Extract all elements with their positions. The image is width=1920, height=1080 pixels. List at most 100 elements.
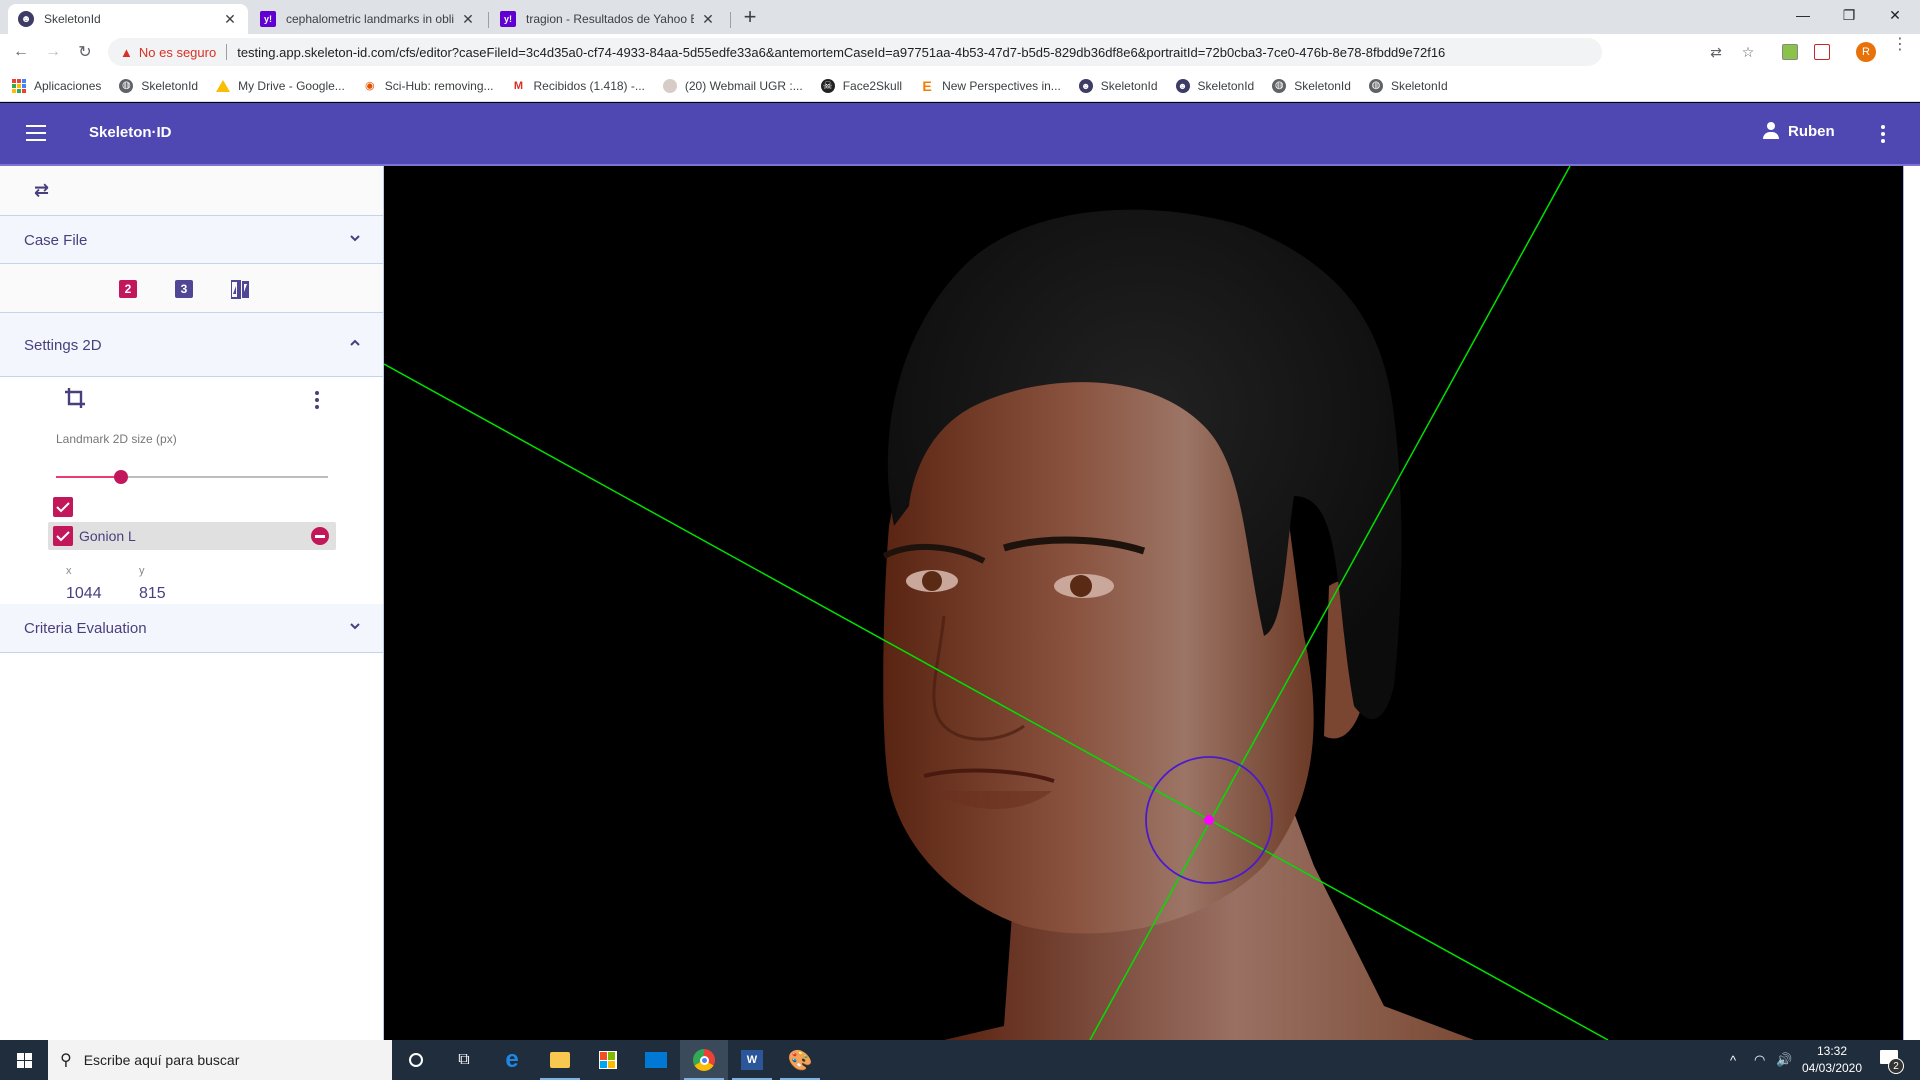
skeletonid-icon: ☻ (1078, 78, 1093, 93)
search-icon: ⚲ (60, 1052, 72, 1069)
bookmark-item[interactable]: ☠ Face2Skull (820, 78, 903, 93)
word-icon[interactable]: W (728, 1040, 776, 1080)
chrome-taskbar-icon[interactable] (680, 1040, 728, 1080)
cortana-icon[interactable] (392, 1040, 440, 1080)
bookmark-item[interactable]: ☻ SkeletonId (1175, 78, 1254, 93)
y-coordinate-input[interactable] (139, 583, 208, 605)
microsoft-store-icon[interactable] (584, 1040, 632, 1080)
taskbar-search[interactable]: ⚲ Escribe aquí para buscar (48, 1040, 392, 1080)
forward-arrow-icon[interactable]: → (42, 41, 64, 63)
system-clock[interactable]: 13:32 04/03/2020 (1796, 1043, 1868, 1077)
reload-icon[interactable]: ↻ (74, 41, 96, 63)
settings-2d-panel-header[interactable]: Settings 2D (0, 313, 383, 377)
tab-title: tragion - Resultados de Yahoo Es (526, 12, 694, 26)
3d-mode-button[interactable]: 3 (175, 280, 193, 298)
select-all-landmarks-checkbox[interactable] (53, 497, 73, 517)
remove-circle-icon[interactable] (311, 527, 329, 545)
user-menu-button[interactable]: Ruben (1762, 122, 1835, 140)
x-coordinate-label: x (66, 565, 72, 577)
start-button[interactable] (0, 1040, 48, 1080)
ugr-icon (662, 78, 677, 93)
mail-icon[interactable] (632, 1040, 680, 1080)
yahoo-icon: y! (500, 11, 516, 27)
split-compare-icon[interactable] (231, 280, 249, 299)
criteria-evaluation-panel-header[interactable]: Criteria Evaluation (0, 604, 383, 653)
bookmark-item[interactable]: ◍ SkeletonId (119, 78, 199, 93)
close-window-button[interactable]: ✕ (1872, 0, 1918, 30)
file-explorer-icon[interactable] (536, 1040, 584, 1080)
restore-window-button[interactable]: ❐ (1826, 0, 1872, 30)
slider-thumb[interactable] (114, 470, 129, 484)
bookmark-item[interactable]: M Recibidos (1.418) -... (512, 79, 645, 93)
close-tab-icon[interactable]: ✕ (700, 11, 716, 28)
portrait-canvas[interactable] (384, 166, 1903, 1040)
bookmark-label: Recibidos (1.418) -... (533, 78, 645, 93)
y-coordinate-label: y (139, 565, 145, 577)
taskbar-search-placeholder: Escribe aquí para buscar (83, 1052, 240, 1068)
crop-icon[interactable] (64, 387, 88, 411)
close-tab-icon[interactable]: ✕ (460, 11, 476, 28)
settings-more-vert-icon[interactable] (314, 391, 320, 409)
browser-tab-strip: ☻ SkeletonId ✕ y! cephalometric landmark… (0, 0, 1920, 34)
warning-triangle-icon: ▲ (120, 44, 133, 60)
translate-icon[interactable]: ⇄ (1704, 38, 1728, 66)
bookmark-item[interactable]: (20) Webmail UGR :... (662, 78, 803, 93)
close-tab-icon[interactable]: ✕ (222, 11, 238, 28)
bookmark-item[interactable]: Aplicaciones (12, 78, 101, 93)
bookmark-item[interactable]: My Drive - Google... (216, 79, 345, 93)
case-file-panel-header[interactable]: Case File (0, 216, 383, 264)
scrollbar-gutter[interactable] (1903, 166, 1920, 1040)
browser-toolbar: ← → ↻ ▲ No es seguro testing.app.skeleto… (0, 34, 1920, 70)
volume-icon[interactable]: 🔊 (1776, 1040, 1792, 1080)
address-bar[interactable]: ▲ No es seguro testing.app.skeleton-id.c… (108, 38, 1791, 66)
mcafee-extension-icon[interactable] (1814, 44, 1830, 60)
panel-title: Case File (24, 232, 88, 249)
hamburger-menu-icon[interactable] (26, 125, 46, 141)
browser-tab-skeletonid[interactable]: ☻ SkeletonId ✕ (8, 4, 248, 34)
security-status[interactable]: No es seguro (139, 45, 216, 60)
bookmark-item[interactable]: E New Perspectives in... (920, 78, 1060, 94)
image-viewport[interactable] (384, 166, 1903, 1040)
back-arrow-icon[interactable]: ← (10, 41, 32, 63)
task-view-icon[interactable]: ⧉ (440, 1040, 488, 1080)
wifi-icon[interactable]: ◠ (1754, 1040, 1765, 1080)
chevron-down-icon (348, 619, 362, 633)
chrome-menu-icon[interactable]: ⋮ (1892, 37, 1908, 53)
more-vert-icon[interactable] (1880, 125, 1886, 143)
bookmark-item[interactable]: ◍ SkeletonId (1272, 78, 1351, 93)
2d-mode-button[interactable]: 2 (119, 280, 137, 298)
bookmark-star-icon[interactable]: ☆ (1736, 38, 1760, 66)
bookmark-label: (20) Webmail UGR :... (684, 78, 803, 93)
omnibox-divider (226, 44, 228, 60)
bookmark-item[interactable]: ☻ SkeletonId (1078, 78, 1158, 93)
landmark-size-slider[interactable] (56, 470, 328, 484)
slider-fill (56, 476, 122, 478)
view-mode-toolbar: 2 3 (0, 264, 383, 313)
tab-separator (488, 12, 489, 28)
show-hidden-icons-button[interactable]: ^ (1730, 1040, 1736, 1080)
extension-icon[interactable] (1782, 44, 1798, 60)
landmark-list-item[interactable]: Gonion L (48, 522, 336, 550)
bookmark-item[interactable]: ◍ SkeletonId (1368, 78, 1448, 93)
user-name: Ruben (1788, 122, 1835, 140)
bookmark-item[interactable]: ◉ Sci-Hub: removing... (363, 79, 494, 93)
paint-icon[interactable]: 🎨 (776, 1040, 824, 1080)
bookmark-label: SkeletonId (141, 78, 199, 93)
bookmark-label: Face2Skull (842, 78, 903, 93)
yahoo-icon: y! (260, 11, 276, 27)
x-coordinate-input[interactable] (66, 583, 135, 605)
profile-avatar[interactable]: R (1856, 42, 1876, 62)
browser-tab-tragion[interactable]: y! tragion - Resultados de Yahoo Es ✕ (490, 4, 726, 34)
bookmark-label: SkeletonId (1294, 78, 1351, 93)
landmark-point-gonion-l[interactable] (1204, 815, 1214, 825)
edge-browser-icon[interactable]: e (488, 1040, 536, 1080)
browser-tab-cephalometric[interactable]: y! cephalometric landmarks in obliq ✕ (250, 4, 486, 34)
chevron-down-icon (348, 231, 362, 245)
url-text[interactable]: testing.app.skeleton-id.com/cfs/editor?c… (237, 45, 1445, 60)
minimize-window-button[interactable]: — (1780, 0, 1826, 30)
apps-grid-icon (12, 78, 26, 93)
landmark-checkbox[interactable] (53, 526, 73, 546)
swap-horiz-icon[interactable]: ⇄ (34, 180, 49, 201)
tab-title: SkeletonId (44, 12, 101, 26)
new-tab-button[interactable]: + (738, 6, 762, 28)
